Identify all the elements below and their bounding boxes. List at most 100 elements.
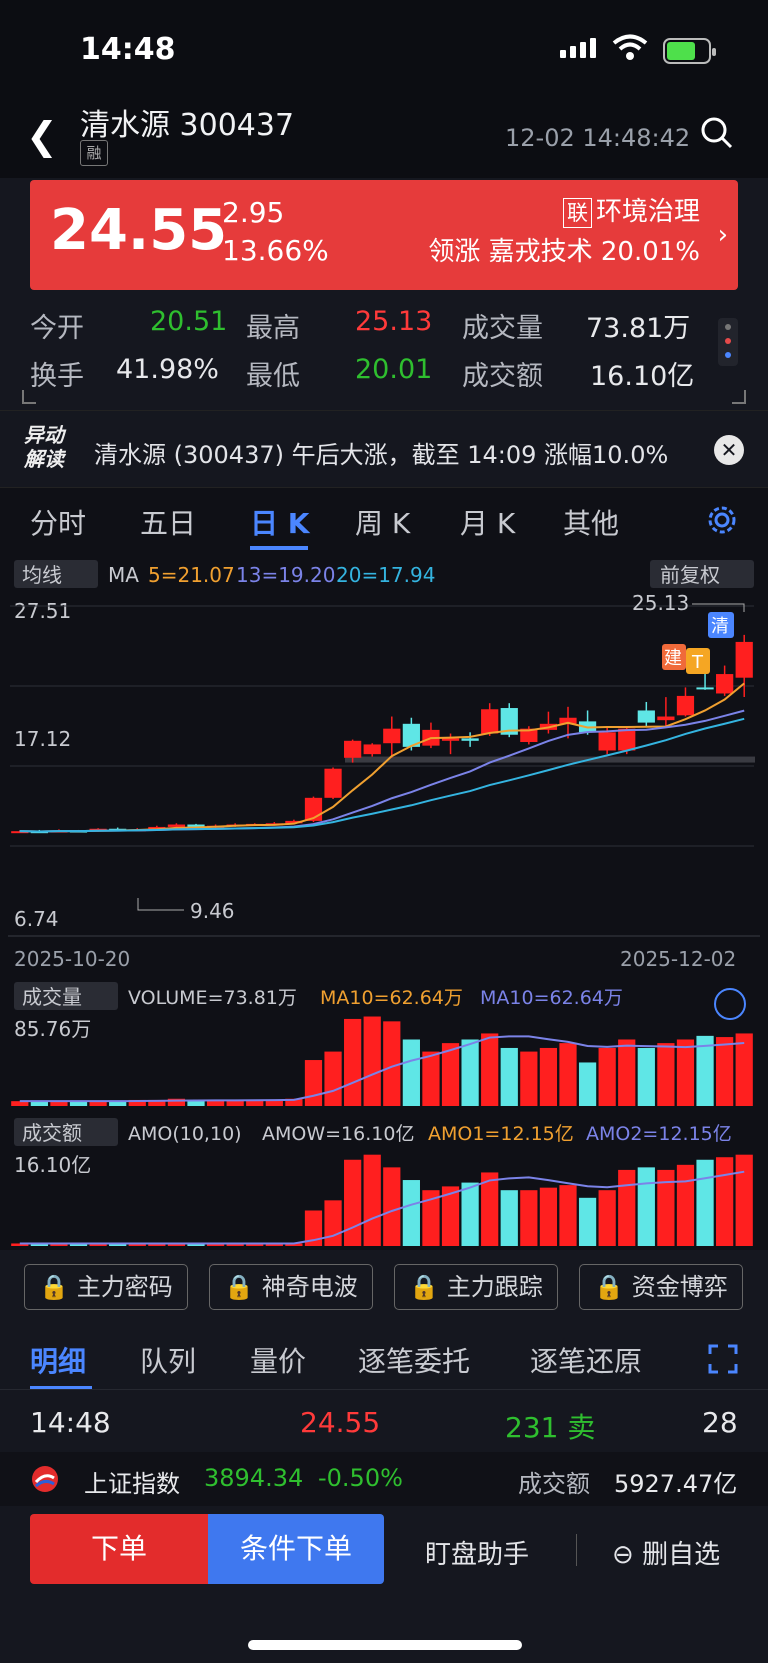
tab-queue[interactable]: 队列 (140, 1340, 196, 1380)
order-button[interactable]: 下单 (30, 1514, 208, 1584)
divider (576, 1534, 577, 1566)
fund-game-button[interactable]: 🔒 资金博弈 (579, 1264, 743, 1310)
detail-tab-underline (30, 1386, 92, 1389)
tab-weekly-k[interactable]: 周 K (355, 502, 410, 542)
amount-dropdown[interactable]: 成交额 (22, 1121, 82, 1145)
main-force-code-button[interactable]: 🔒 主力密码 (24, 1264, 188, 1310)
amount-bar (696, 1159, 714, 1246)
home-indicator (248, 1640, 522, 1650)
amount-bar (676, 1164, 695, 1246)
volume-dropdown[interactable]: 成交量 (22, 985, 82, 1009)
volume-bar (559, 1043, 577, 1106)
ma-label: MA (108, 563, 139, 587)
amount-bar (383, 1167, 401, 1246)
conditional-order-button[interactable]: 条件下单 (208, 1514, 384, 1584)
kline-candles (11, 634, 753, 834)
button-label: 主力跟踪 (446, 1273, 543, 1301)
candle-body (657, 716, 675, 721)
volume-bar (520, 1051, 538, 1106)
adjust-dropdown[interactable]: 前复权 (660, 563, 720, 587)
volume-bar-ma-line (19, 1035, 745, 1103)
amo-text: AMO(10,10) (128, 1123, 242, 1145)
marker-qing[interactable]: 清 (711, 616, 729, 637)
marker-t[interactable]: T (691, 652, 704, 673)
ma-dropdown[interactable]: 均线 (22, 563, 62, 587)
index-bar[interactable]: 上证指数 3894.34 -0.50% 成交额 5927.47亿 (0, 1452, 768, 1506)
amount-bar (520, 1190, 538, 1246)
watch-helper-button[interactable]: 盯盘助手 (425, 1534, 529, 1571)
volume-bar (716, 1037, 734, 1106)
chevron-right-icon: › (717, 220, 728, 250)
kline-svg[interactable]: 均线 MA 5=21.07 13=19.20 20=17.94 前复权 27.5… (0, 552, 768, 1252)
sector-name: 环境治理 (595, 197, 700, 227)
back-icon[interactable]: ❮ (26, 114, 58, 158)
remove-watchlist-button[interactable]: ⊖ 删自选 (612, 1534, 720, 1571)
candle-body (481, 709, 499, 734)
high-label: 最高 (246, 313, 300, 344)
tab-order-by-order[interactable]: 逐笔委托 (358, 1340, 470, 1380)
volume-ma10-b: MA10=62.64万 (480, 987, 623, 1009)
header-datetime: 12-02 14:48:42 (505, 124, 691, 152)
sector-link[interactable]: 联环境治理 领涨 嘉戎技术 20.01% (428, 192, 700, 272)
tab-intraday[interactable]: 分时 (30, 502, 86, 542)
button-label: 主力密码 (76, 1273, 173, 1301)
candle-body (461, 738, 479, 741)
amount-bar (559, 1185, 577, 1246)
tab-tick-restore[interactable]: 逐笔还原 (530, 1340, 642, 1380)
amount-bar (578, 1197, 597, 1246)
tab-monthly-k[interactable]: 月 K (460, 502, 515, 542)
tab-five-day[interactable]: 五日 (140, 502, 196, 542)
price-change: 2.95 13.66% (222, 194, 329, 270)
y-label-bottom: 6.74 (14, 907, 59, 931)
turnover-value: 41.98% (116, 354, 219, 385)
low-mark-line (137, 898, 184, 911)
candle-body (676, 695, 695, 716)
index-pct: -0.50% (318, 1464, 403, 1492)
detail-tabs: 明细 队列 量价 逐笔委托 逐笔还原 (0, 1330, 768, 1390)
index-amount-label: 成交额 (518, 1470, 590, 1498)
amount-max: 16.10亿 (14, 1153, 91, 1177)
amount-bar (716, 1157, 734, 1246)
fullscreen-icon[interactable] (708, 1344, 738, 1374)
tab-volume-price[interactable]: 量价 (250, 1340, 306, 1380)
tab-detail[interactable]: 明细 (30, 1340, 86, 1380)
news-text: 清水源 (300437) 午后大涨，截至 14:09 涨幅10.0% (94, 441, 669, 469)
amount-bar (598, 1190, 616, 1246)
more-icon[interactable] (718, 318, 738, 366)
close-icon[interactable]: ✕ (714, 435, 744, 465)
volume-max: 85.76万 (14, 1017, 91, 1041)
header: ❮ 清水源 300437 融 12-02 14:48:42 (0, 100, 768, 178)
gear-icon[interactable] (706, 504, 738, 536)
amount-bar-ma-line (19, 1170, 745, 1245)
feature-buttons: 🔒 主力密码 🔒 神奇电波 🔒 主力跟踪 🔒 资金博弈 (0, 1250, 768, 1330)
button-label: 神奇电波 (261, 1273, 358, 1301)
stock-title: 清水源 300437 (80, 108, 295, 143)
tab-other[interactable]: 其他 (563, 502, 619, 542)
amount-bar (637, 1167, 655, 1246)
turnover-label: 换手 (30, 361, 84, 392)
search-icon[interactable] (700, 116, 734, 150)
news-banner[interactable]: 异动 解读 清水源 (300437) 午后大涨，截至 14:09 涨幅10.0%… (0, 410, 768, 488)
magic-wave-button[interactable]: 🔒 神奇电波 (209, 1264, 373, 1310)
high-mark-line (692, 603, 745, 612)
chart-tabs: 分时 五日 日 K 周 K 月 K 其他 (0, 488, 768, 552)
candle-body (598, 732, 616, 751)
open-label: 今开 (30, 313, 84, 344)
sector-leader: 领涨 嘉戎技术 20.01% (428, 237, 700, 267)
marker-jian[interactable]: 建 (664, 648, 682, 669)
tab-daily-k[interactable]: 日 K (250, 502, 309, 542)
sector-badge: 联 (562, 198, 592, 228)
support-band (345, 756, 755, 763)
ma13-value: 13=19.20 (236, 563, 335, 587)
signal-icon (560, 38, 596, 58)
main-force-track-button[interactable]: 🔒 主力跟踪 (394, 1264, 558, 1310)
margin-badge: 融 (80, 140, 108, 166)
volume-ma10-a: MA10=62.64万 (320, 987, 463, 1009)
volume-bar (618, 1039, 636, 1106)
candle-body (383, 728, 401, 744)
volume-bar (402, 1039, 420, 1106)
amount-bar (363, 1154, 381, 1246)
volume-value: 73.81万 (586, 313, 691, 344)
status-bar: 14:48 (0, 0, 768, 100)
expand-icon[interactable] (714, 988, 746, 1020)
